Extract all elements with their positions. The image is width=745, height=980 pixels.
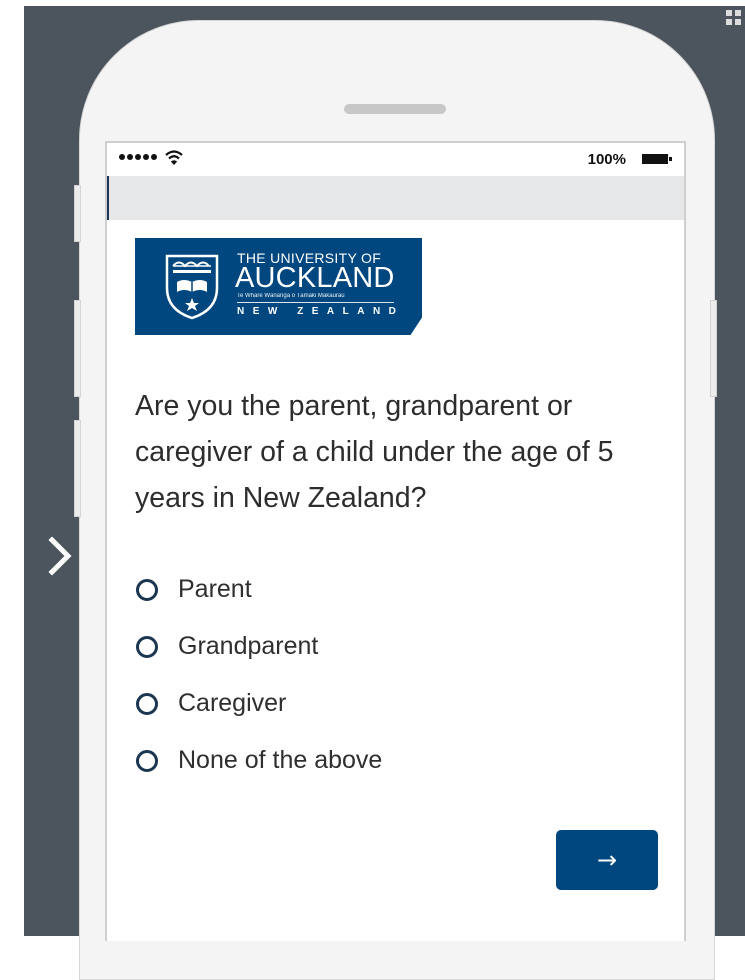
radio-button[interactable] <box>136 749 158 772</box>
phone-side-button <box>74 300 81 397</box>
logo-text-new-zealand: NEW ZEALAND <box>237 306 405 317</box>
radio-button[interactable] <box>136 692 158 715</box>
status-bar: 100% <box>107 143 684 176</box>
option-parent[interactable]: Parent <box>136 561 382 618</box>
option-none-of-the-above[interactable]: None of the above <box>136 732 382 789</box>
option-label: Parent <box>178 575 252 603</box>
battery-icon <box>642 154 672 164</box>
phone-side-button <box>74 420 81 517</box>
answer-options: Parent Grandparent Caregiver None of the… <box>136 561 382 789</box>
university-logo: THE UNIVERSITY OF AUCKLAND Te Whare Wāna… <box>135 238 422 335</box>
logo-divider <box>237 302 394 303</box>
option-label: Caregiver <box>178 689 287 717</box>
phone-side-button <box>74 185 81 242</box>
header-bar <box>107 176 684 220</box>
radio-button[interactable] <box>136 635 158 658</box>
phone-side-button <box>710 300 717 397</box>
option-label: None of the above <box>178 746 383 774</box>
option-label: Grandparent <box>178 632 319 660</box>
wifi-icon <box>165 150 183 165</box>
signal-strength-icon <box>119 154 157 160</box>
chevron-right-icon[interactable] <box>46 534 74 578</box>
logo-text-auckland: AUCKLAND <box>235 262 395 294</box>
option-caregiver[interactable]: Caregiver <box>136 675 382 732</box>
phone-screen: 100% THE UNIVERSITY OF AUCKLAND Te Whare… <box>105 141 686 941</box>
phone-speaker <box>344 104 446 114</box>
next-button[interactable]: → <box>556 830 658 890</box>
survey-question: Are you the parent, grandparent or careg… <box>135 390 614 514</box>
battery-percentage: 100% <box>587 151 626 168</box>
expand-icon[interactable] <box>723 6 745 34</box>
radio-button[interactable] <box>136 578 158 601</box>
option-grandparent[interactable]: Grandparent <box>136 618 382 675</box>
logo-text-maori-name: Te Whare Wānanga o Tāmaki Makaurau <box>237 293 345 299</box>
university-crest-icon <box>165 254 219 320</box>
